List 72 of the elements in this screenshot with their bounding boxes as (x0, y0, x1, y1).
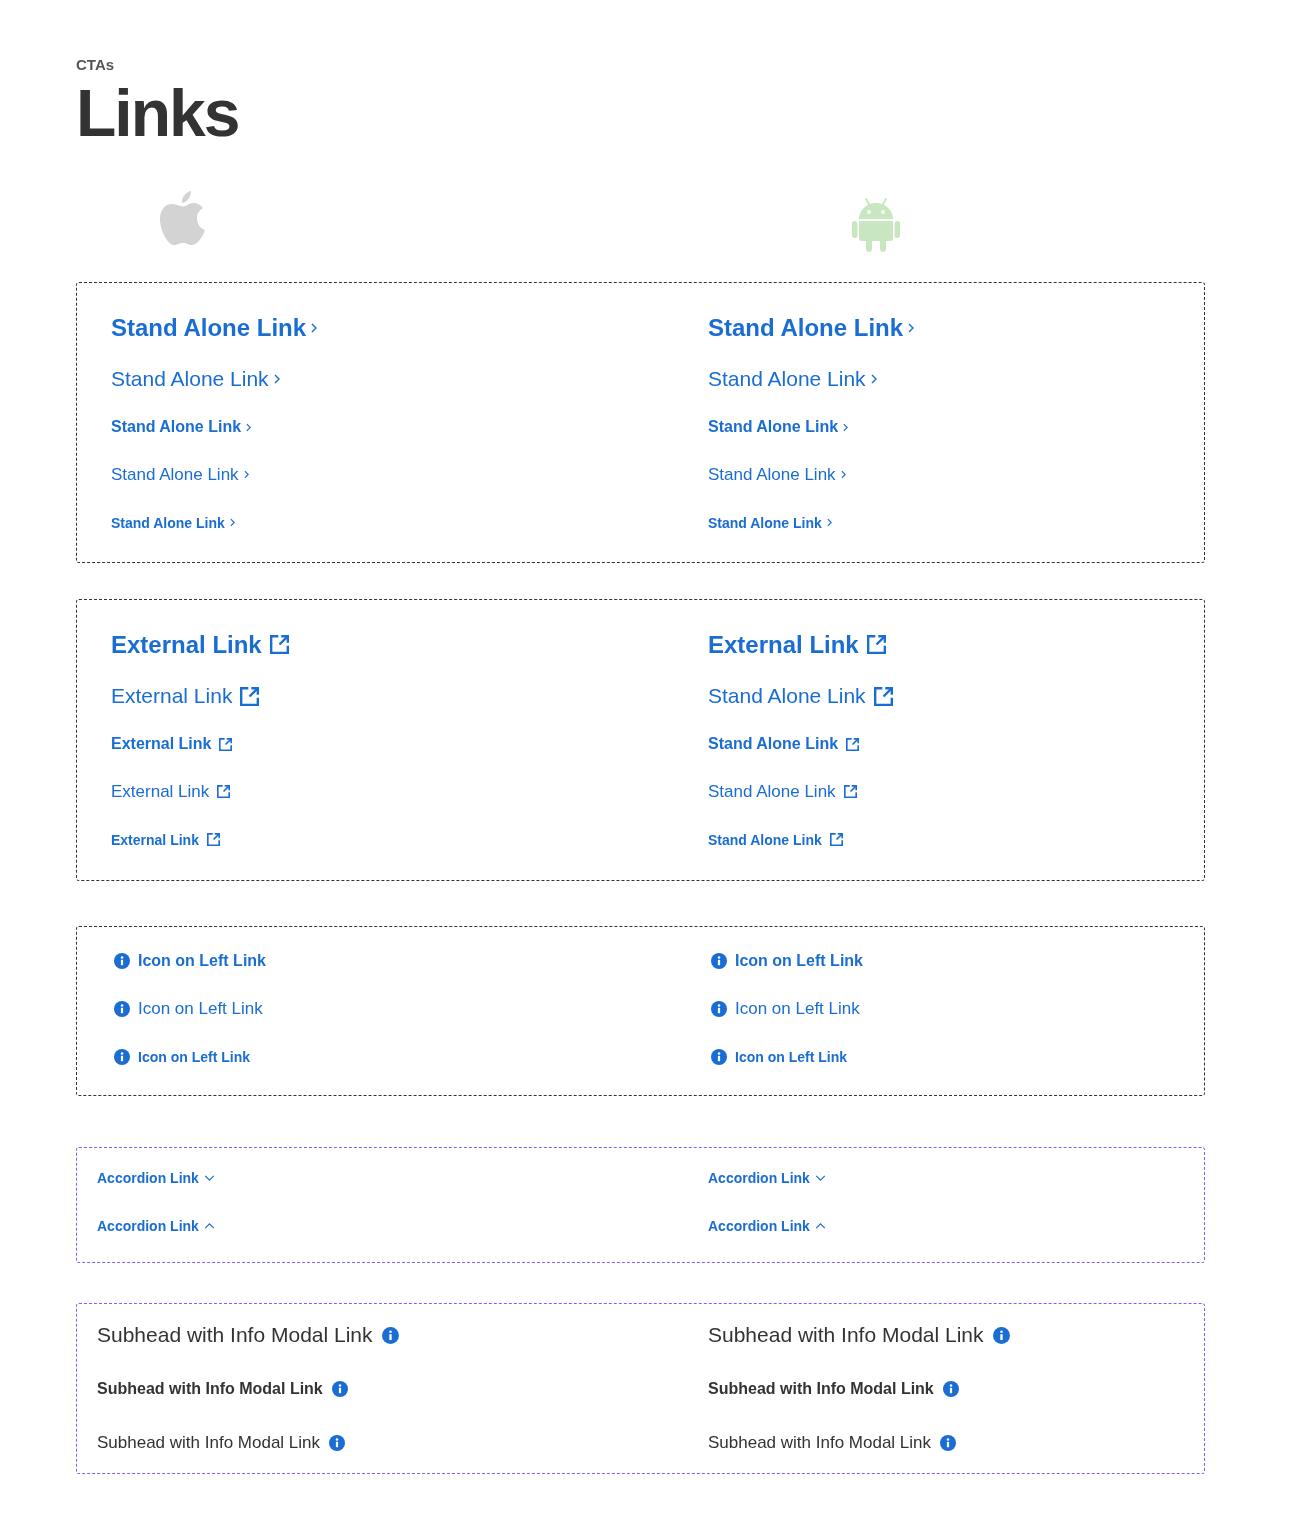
info-link[interactable]: Icon on Left Link (114, 1048, 250, 1066)
info-icon (114, 953, 130, 969)
chevron-right-icon (870, 374, 877, 384)
section-eyebrow: CTAs (76, 56, 115, 74)
standalone-link[interactable]: Stand Alone Link (708, 417, 849, 437)
info-icon (114, 1049, 130, 1065)
info-icon (711, 953, 727, 969)
external-link[interactable]: External Link (111, 781, 231, 803)
standalone-link[interactable]: Stand Alone Link (708, 514, 832, 532)
standalone-link[interactable]: Stand Alone Link (111, 417, 252, 437)
info-icon[interactable] (942, 1381, 959, 1397)
info-icon (711, 1001, 727, 1017)
subhead-text: Subhead with Info Modal Link (97, 1322, 373, 1348)
accordion-link[interactable]: Accordion Link (97, 1169, 215, 1187)
standalone-link[interactable]: Stand Alone Link (708, 366, 877, 392)
external-link-icon (843, 785, 857, 799)
standalone-link[interactable]: Stand Alone Link (111, 313, 318, 343)
external-link[interactable]: External Link (111, 630, 289, 660)
info-link[interactable]: Icon on Left Link (711, 1048, 847, 1066)
external-link-icon (219, 737, 233, 751)
external-link-icon (269, 635, 289, 655)
accordion-link[interactable]: Accordion Link (708, 1217, 826, 1235)
external-link-icon (866, 635, 886, 655)
external-link-icon (240, 686, 260, 706)
subhead-text: Subhead with Info Modal Link (97, 1432, 321, 1454)
chevron-right-icon (311, 323, 318, 333)
info-icon[interactable] (940, 1435, 957, 1451)
page-title: Links (76, 80, 239, 146)
external-link-icon (829, 833, 843, 847)
apple-icon (160, 190, 206, 246)
chevron-right-icon (229, 518, 235, 528)
chevron-right-icon (246, 422, 252, 432)
external-link-icon (846, 737, 860, 751)
external-link[interactable]: External Link (708, 630, 886, 660)
external-link[interactable]: Stand Alone Link (708, 734, 860, 754)
external-link[interactable]: Stand Alone Link (708, 683, 893, 709)
chevron-right-icon (908, 323, 915, 333)
info-link[interactable]: Icon on Left Link (114, 998, 263, 1020)
info-icon (114, 1001, 130, 1017)
external-link[interactable]: External Link (111, 831, 220, 849)
external-link-icon (873, 686, 893, 706)
info-icon[interactable] (992, 1326, 1010, 1344)
info-link[interactable]: Icon on Left Link (711, 951, 863, 971)
standalone-link[interactable]: Stand Alone Link (111, 514, 235, 532)
external-link[interactable]: External Link (111, 734, 233, 754)
chevron-right-icon (826, 518, 832, 528)
standalone-link[interactable]: Stand Alone Link (111, 366, 280, 392)
external-link[interactable]: External Link (111, 683, 260, 709)
external-link[interactable]: Stand Alone Link (708, 831, 843, 849)
standalone-link[interactable]: Stand Alone Link (111, 464, 249, 486)
accordion-link[interactable]: Accordion Link (708, 1169, 826, 1187)
accordion-link[interactable]: Accordion Link (97, 1217, 215, 1235)
external-link[interactable]: Stand Alone Link (708, 781, 857, 803)
subhead-text: Subhead with Info Modal Link (97, 1379, 323, 1399)
info-icon[interactable] (331, 1381, 348, 1397)
chevron-right-icon (843, 422, 849, 432)
chevron-right-icon (840, 470, 846, 480)
info-icon[interactable] (381, 1326, 399, 1344)
robot-icon (852, 198, 900, 252)
standalone-link[interactable]: Stand Alone Link (708, 313, 915, 343)
external-link-icon (217, 785, 231, 799)
subhead-text: Subhead with Info Modal Link (708, 1432, 932, 1454)
external-link-icon (206, 833, 220, 847)
info-icon[interactable] (329, 1435, 346, 1451)
info-link[interactable]: Icon on Left Link (114, 951, 266, 971)
chevron-right-icon (273, 374, 280, 384)
subhead-text: Subhead with Info Modal Link (708, 1379, 934, 1399)
chevron-right-icon (243, 470, 249, 480)
info-link[interactable]: Icon on Left Link (711, 998, 860, 1020)
subhead-text: Subhead with Info Modal Link (708, 1322, 984, 1348)
info-icon (711, 1049, 727, 1065)
standalone-link[interactable]: Stand Alone Link (708, 464, 846, 486)
